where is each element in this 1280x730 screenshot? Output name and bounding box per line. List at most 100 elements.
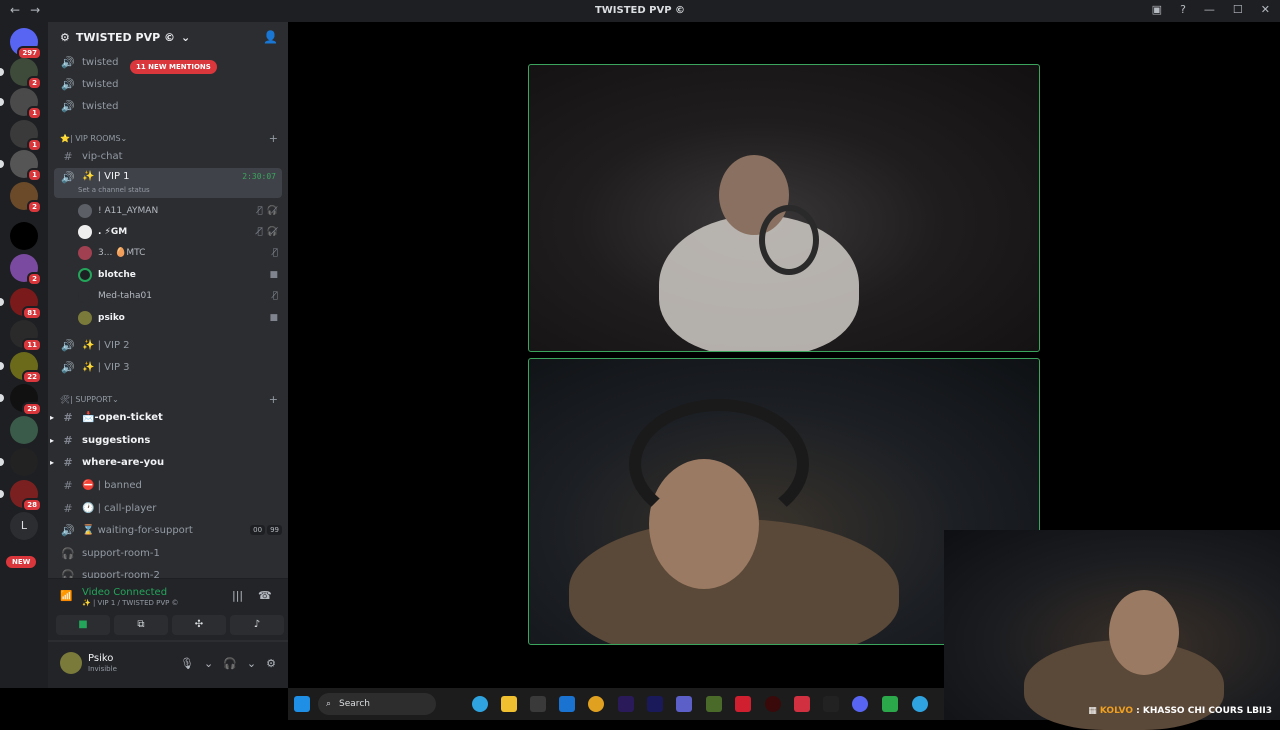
voice-member[interactable]: blotche ■ <box>78 265 278 285</box>
headphones-icon[interactable]: 🎧 <box>223 657 237 670</box>
new-mentions-pill[interactable]: 11 NEW MENTIONS <box>130 60 217 74</box>
disconnect-icon[interactable]: ☎ <box>258 589 272 602</box>
server-icon[interactable]: 22 <box>10 352 42 384</box>
minimize-icon[interactable]: — <box>1204 3 1215 16</box>
close-icon[interactable]: ✕ <box>1261 3 1270 16</box>
guild-header[interactable]: ⚙ TWISTED PVP © ⌄ 👤 <box>48 22 288 52</box>
server-icon[interactable]: 11 <box>10 320 42 352</box>
maximize-icon[interactable]: ☐ <box>1233 3 1243 16</box>
app-icon[interactable] <box>794 696 810 712</box>
chevron-down-icon[interactable]: ⌄ <box>204 657 213 670</box>
text-channel[interactable]: ▸ # where-are-you <box>50 452 282 472</box>
camera-button[interactable]: ■ <box>56 615 110 635</box>
channel-label: suggestions <box>82 434 151 446</box>
app-icon[interactable] <box>765 696 781 712</box>
teams-icon[interactable] <box>676 696 692 712</box>
activities-button[interactable]: ✣ <box>172 615 226 635</box>
server-icon[interactable] <box>10 448 38 476</box>
server-icon[interactable] <box>10 222 38 250</box>
chevron-down-icon: ⌄ <box>180 30 191 44</box>
video-tile[interactable] <box>528 64 1040 352</box>
server-letter-icon[interactable]: L <box>10 512 38 540</box>
text-channel[interactable]: ▸ # 📩-open-ticket <box>50 407 282 427</box>
app-icon[interactable] <box>882 696 898 712</box>
chevron-down-icon[interactable]: ⌄ <box>247 657 256 670</box>
signal-icon[interactable]: 📶 <box>60 591 72 602</box>
caret-right-icon: ▸ <box>50 457 55 467</box>
voice-channel[interactable]: 🔊 ✨ | VIP 3 <box>54 357 282 377</box>
mention-badge: 22 <box>22 370 42 384</box>
server-icon[interactable]: 2 <box>10 182 42 214</box>
microphone-icon[interactable]: 🎙 <box>180 657 194 670</box>
add-channel-icon[interactable]: + <box>269 393 278 406</box>
text-channel[interactable]: # ⛔ | banned <box>54 475 282 495</box>
voice-channel[interactable]: 🎧 support-room-1 <box>54 543 282 563</box>
channel-label: ⛔ | banned <box>82 479 142 491</box>
unread-pill <box>0 160 4 168</box>
avatar[interactable] <box>60 652 82 674</box>
headset <box>759 205 819 275</box>
store-icon[interactable] <box>530 696 546 712</box>
settings-gear-icon[interactable]: ⚙ <box>266 657 276 670</box>
taskbar-search[interactable]: ⌕ Search <box>318 693 436 715</box>
invite-icon[interactable]: 👤 <box>263 30 278 44</box>
speaker-icon: 🔊 <box>61 360 75 374</box>
server-icon[interactable]: 1 <box>10 88 42 120</box>
text-channel[interactable]: # vip-chat <box>54 146 282 166</box>
voice-member[interactable]: ! A11_AYMAN 🎙̸ 🎧̸ <box>78 201 278 221</box>
add-channel-icon[interactable]: + <box>269 132 278 145</box>
screen-share-button[interactable]: ⧉ <box>114 615 168 635</box>
outlook-icon[interactable] <box>559 696 575 712</box>
voice-channel[interactable]: 🔊 twisted <box>54 74 282 94</box>
voice-channel[interactable]: 🔊 ✨ | VIP 2 <box>54 335 282 355</box>
server-icon[interactable]: 1 <box>10 150 42 182</box>
channel-label: ✨ | VIP 2 <box>82 339 130 351</box>
edge-icon[interactable] <box>472 696 488 712</box>
soundboard-button[interactable]: ♪ <box>230 615 284 635</box>
category-vip-rooms[interactable]: ⭐| VIP ROOMS ⌄ + <box>60 132 278 145</box>
text-channel[interactable]: # 🕐 | call-player <box>54 498 282 518</box>
server-icon[interactable]: 2 <box>10 58 42 90</box>
voice-member[interactable]: . ⚡GM 🎙̸ 🎧̸ <box>78 222 278 242</box>
tradingview-icon[interactable] <box>823 696 839 712</box>
app-icon[interactable] <box>706 696 722 712</box>
member-name: . ⚡GM <box>98 227 128 237</box>
member-status: ■ <box>269 313 278 323</box>
premiere-icon[interactable] <box>618 696 634 712</box>
file-explorer-icon[interactable] <box>501 696 517 712</box>
discord-icon[interactable] <box>852 696 868 712</box>
server-icon[interactable]: 28 <box>10 480 42 512</box>
voice-channel[interactable]: 🔊 twisted <box>54 96 282 116</box>
voice-member[interactable]: 3... 🥚MTC 🎙̸ <box>78 243 278 263</box>
server-icon[interactable]: 1 <box>10 120 42 152</box>
category-support[interactable]: 🛠| SUPPORT ⌄ + <box>60 393 278 406</box>
text-channel[interactable]: ▸ # suggestions <box>50 430 282 450</box>
noise-suppression-icon[interactable]: ||| <box>232 589 243 602</box>
channel-label: twisted <box>82 78 119 90</box>
channel-status[interactable]: Set a channel status <box>78 186 150 194</box>
voice-member[interactable]: psiko ■ <box>78 308 278 328</box>
server-icon[interactable]: 2 <box>10 254 42 286</box>
chrome-icon[interactable] <box>588 696 604 712</box>
username[interactable]: Psiko <box>88 653 113 664</box>
server-icon[interactable]: 81 <box>10 288 42 320</box>
after-effects-icon[interactable] <box>647 696 663 712</box>
app-icon[interactable] <box>735 696 751 712</box>
muted-icon: 🎙̸ <box>272 248 278 258</box>
chrome-icon[interactable] <box>912 696 928 712</box>
voice-location[interactable]: ✨ | VIP 1 / TWISTED PVP © <box>82 599 179 607</box>
mention-badge: 28 <box>22 498 42 512</box>
member-name: Med-taha01 <box>98 291 152 301</box>
server-icon[interactable]: 29 <box>10 384 42 416</box>
active-voice-channel[interactable]: 🔊 ✨ | VIP 1 2:30:07 Set a channel status <box>54 168 282 198</box>
windows-start-icon[interactable] <box>294 696 310 712</box>
voice-status[interactable]: Video Connected <box>82 587 167 598</box>
voice-channel[interactable]: 🔊 ⌛ waiting-for-support 00 99 <box>54 520 282 540</box>
inbox-icon[interactable]: ▣ <box>1152 3 1162 16</box>
server-icon[interactable] <box>10 416 38 444</box>
home-button[interactable]: 297 <box>10 28 42 60</box>
video-camera-icon: ■ <box>78 619 88 630</box>
help-icon[interactable]: ? <box>1180 3 1186 16</box>
voice-member[interactable]: Med-taha01 🎙̸ <box>78 286 278 306</box>
activities-icon: ✣ <box>194 619 204 630</box>
